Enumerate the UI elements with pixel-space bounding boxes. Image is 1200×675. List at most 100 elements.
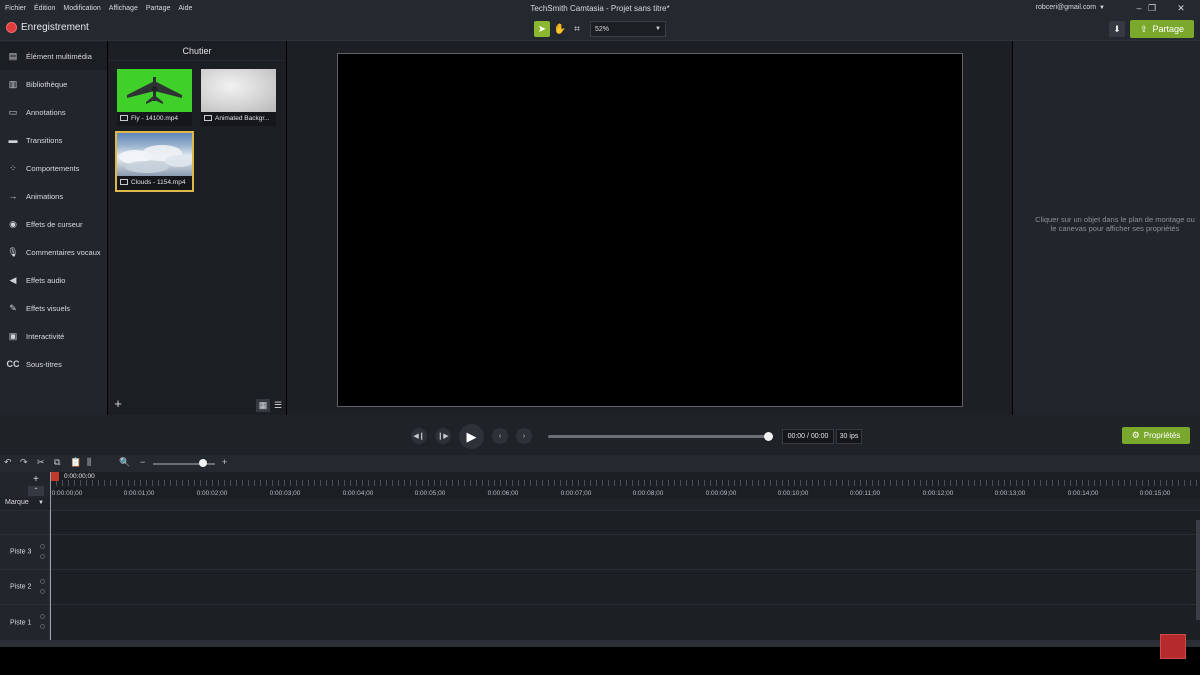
menu-help[interactable]: Aide [178, 5, 192, 12]
timeline-vertical-scrollbar[interactable] [1196, 520, 1200, 620]
restore-icon[interactable]: ❐ [1140, 0, 1164, 17]
sidebar-item-voice-narration[interactable]: 🎙 Commentaires vocaux [0, 238, 107, 266]
hand-tool-icon[interactable]: ✋ [552, 21, 568, 37]
list-view-icon[interactable]: ☰ [271, 399, 285, 412]
menu-edit[interactable]: Édition [34, 5, 55, 12]
lock-icon[interactable] [40, 614, 45, 619]
sidebar-item-captions[interactable]: CC Sous-titres [0, 350, 107, 378]
share-icon: ⇪ [1139, 23, 1148, 34]
sidebar-item-label: Sous-titres [26, 359, 62, 369]
play-icon[interactable]: ▶ [459, 424, 484, 449]
empty-track-area[interactable] [0, 510, 1200, 534]
timeline-zoom-handle[interactable] [199, 459, 207, 467]
track-header [0, 511, 50, 534]
collapse-icon[interactable]: ⌃ [28, 486, 44, 496]
properties-panel: Cliquer sur un objet dans le plan de mon… [1013, 41, 1200, 415]
ruler-label: 0:00:12;00 [922, 490, 954, 497]
undo-icon[interactable]: ↶ [4, 457, 12, 468]
crop-tool-icon[interactable]: ⌗ [569, 21, 585, 37]
ruler-label: 0:00:09;00 [705, 490, 737, 497]
timeline-horizontal-scrollbar[interactable] [0, 640, 1200, 647]
sidebar-item-visual-effects[interactable]: ✎ Effets visuels [0, 294, 107, 322]
sidebar-item-transitions[interactable]: ▬ Transitions [0, 126, 107, 154]
account-menu[interactable]: robceri@gmail.com ▼ [1036, 4, 1105, 11]
gear-icon: ⚙ [1131, 430, 1140, 440]
sidebar-item-label: Effets de curseur [26, 219, 83, 229]
cut-icon[interactable]: ✂ [37, 457, 45, 468]
zoom-in-icon[interactable]: + [222, 457, 227, 467]
grid-view-icon[interactable]: ▦ [256, 399, 270, 412]
sidebar-item-behaviors[interactable]: ⁘ Comportements [0, 154, 107, 182]
media-clip[interactable]: Animated Backgr... [201, 69, 276, 126]
track-name: Piste 2 [10, 583, 32, 591]
track-name: Piste 3 [10, 548, 32, 556]
download-icon[interactable]: ⬇ [1109, 21, 1125, 37]
media-clip-selected[interactable]: Clouds - 1154.mp4 [115, 131, 194, 192]
track-header: Piste 3 [0, 535, 50, 569]
lock-icon[interactable] [40, 544, 45, 549]
menu-view[interactable]: Affichage [109, 5, 138, 12]
sidebar-item-audio-effects[interactable]: ◀ Effets audio [0, 266, 107, 294]
eye-icon[interactable] [40, 589, 45, 594]
sidebar-item-annotations[interactable]: ▭ Annotations [0, 98, 107, 126]
behavior-icon: ⁘ [9, 162, 17, 173]
menu-file[interactable]: Fichier [5, 5, 26, 12]
playback-scrubber[interactable] [548, 435, 768, 438]
add-track-icon[interactable]: + [33, 474, 39, 485]
bin-title: Chutier [108, 41, 286, 61]
zoom-out-icon[interactable]: − [140, 457, 145, 467]
menu-share[interactable]: Partage [146, 5, 171, 12]
step-forward-icon[interactable]: ❙▶ [435, 428, 451, 444]
previous-clip-icon[interactable]: ‹ [492, 428, 508, 444]
wand-icon: ✎ [9, 302, 17, 313]
properties-button-label: Propriétés [1143, 431, 1181, 440]
marker-row[interactable]: Marque ▼ [0, 498, 1200, 510]
sidebar-item-cursor-effects[interactable]: ◉ Effets de curseur [0, 210, 107, 238]
close-icon[interactable]: ✕ [1169, 0, 1193, 17]
track-2[interactable]: Piste 2 [0, 569, 1200, 604]
zoom-select[interactable]: 52% ▼ [590, 21, 666, 37]
timeline-ruler[interactable]: + ⌃ 0:00:00;00 0:00:00;00 0:00:01;00 0:0… [0, 472, 1200, 498]
eye-icon[interactable] [40, 554, 45, 559]
eye-icon[interactable] [40, 624, 45, 629]
clip-caption: Clouds - 1154.mp4 [117, 176, 192, 190]
properties-button[interactable]: ⚙ Propriétés [1122, 427, 1190, 444]
sidebar-item-media[interactable]: ▤ Élément multimédia [0, 42, 107, 70]
video-file-icon [204, 115, 212, 122]
account-email: robceri@gmail.com [1035, 4, 1097, 11]
split-icon[interactable]: ⫼ [87, 457, 91, 468]
playhead-handle[interactable] [51, 472, 59, 481]
share-button[interactable]: ⇪ Partage [1130, 20, 1194, 38]
paste-icon[interactable]: 📋 [70, 457, 81, 468]
lock-icon[interactable] [40, 579, 45, 584]
select-tool-icon[interactable]: ➤ [534, 21, 550, 37]
clip-name: Animated Backgr... [215, 115, 270, 122]
main-toolbar: Enregistrement ➤ ✋ ⌗ 52% ▼ ⬇ ⇪ Partage [0, 17, 1200, 41]
ruler-label: 0:00:03;00 [269, 490, 301, 497]
step-back-icon[interactable]: ◀❙ [411, 428, 427, 444]
letterbox [0, 647, 1200, 675]
track-3[interactable]: Piste 3 [0, 534, 1200, 569]
sidebar-item-library[interactable]: ▥ Bibliothèque [0, 70, 107, 98]
zoom-icon: 🔍 [119, 457, 131, 467]
track-1[interactable]: Piste 1 [0, 604, 1200, 640]
media-clip[interactable]: Fly - 14100.mp4 [117, 69, 192, 126]
ruler-label: 0:00:00;00 [51, 490, 83, 497]
sidebar-item-animations[interactable]: → Animations [0, 182, 107, 210]
add-media-button[interactable]: + [111, 397, 125, 412]
track-header: Piste 1 [0, 605, 50, 640]
menu-modify[interactable]: Modification [63, 5, 100, 12]
next-clip-icon[interactable]: › [516, 428, 532, 444]
redo-icon[interactable]: ↷ [20, 457, 28, 468]
sidebar-item-interactivity[interactable]: ▣ Interactivité [0, 322, 107, 350]
chevron-down-icon[interactable]: ▼ [38, 500, 44, 506]
clip-thumbnail [117, 69, 192, 112]
ruler-label: 0:00:01;00 [123, 490, 155, 497]
scrubber-handle[interactable] [764, 432, 773, 441]
video-canvas[interactable] [337, 53, 963, 407]
copy-icon[interactable]: ⧉ [54, 457, 60, 468]
sidebar-item-label: Élément multimédia [26, 51, 92, 61]
record-button[interactable]: Enregistrement [6, 22, 89, 33]
ruler-label: 0:00:05;00 [414, 490, 446, 497]
clip-caption: Animated Backgr... [201, 112, 276, 126]
